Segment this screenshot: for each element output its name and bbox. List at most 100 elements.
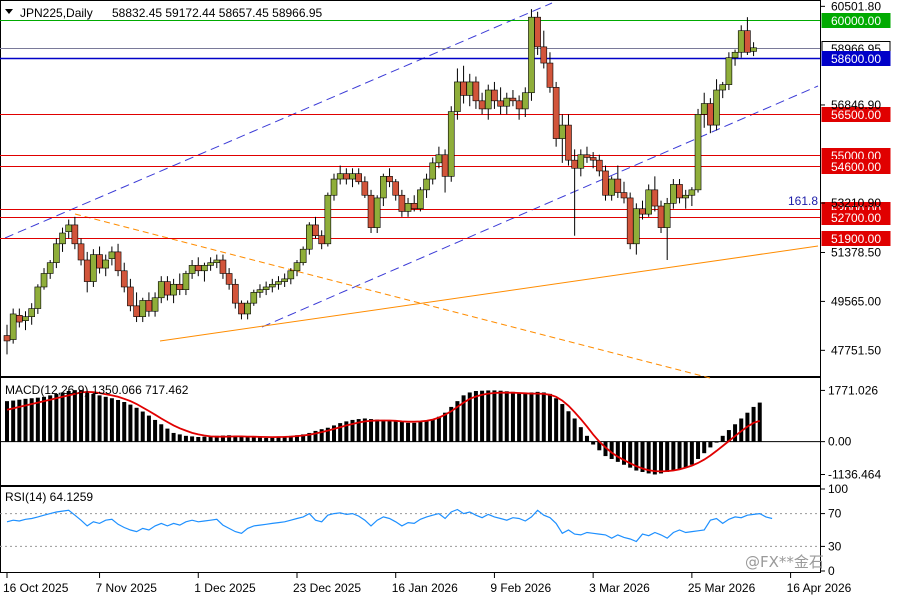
macd-histogram-bar [11,400,16,442]
price-tick-label: 49565.00 [831,294,881,308]
macd-histogram-bar [103,396,108,442]
candle-bull [503,97,511,107]
macd-histogram-bar [264,437,269,442]
candle-bear [707,103,714,126]
level-tag-label: 60000.00 [831,14,881,28]
macd-histogram-bar [128,404,133,442]
level-tag-label: 51900.00 [831,232,881,246]
macd-histogram-bar [369,419,374,442]
ohlc-readout: 58832.45 59172.44 58657.45 58966.95 [112,6,323,20]
macd-histogram-bar [251,437,256,442]
candle-bear [571,159,578,169]
candle-bull [380,176,387,199]
macd-histogram-bar [399,421,404,442]
macd-histogram-bar [109,398,114,442]
candle-bear [238,302,245,315]
candle-bull [454,81,461,112]
macd-histogram-bar [159,424,164,442]
candle-bull [182,273,190,290]
macd-histogram-bar [54,393,59,442]
macd-histogram-bar [122,402,127,442]
rsi-pane[interactable] [0,486,821,573]
candle-bear [565,124,572,161]
candle-bull [269,283,276,288]
macd-histogram-bar [492,390,497,442]
candle-bull [299,248,307,263]
rsi-tick-label: 70 [828,507,842,521]
candle-bear [114,251,122,272]
macd-histogram-bar [547,393,552,442]
macd-histogram-bar [418,421,423,442]
macd-histogram-bar [5,401,9,442]
macd-histogram-bar [430,419,435,442]
macd-histogram-bar [535,391,540,442]
candle-bull [731,51,739,58]
macd-tick-label: 0.00 [828,435,852,449]
trading-chart[interactable]: 60000.0058966.9558600.0056500.0055000.00… [0,0,900,600]
macd-histogram-bar [615,441,620,462]
macd-histogram-bar [245,436,250,442]
macd-histogram-bar [91,393,96,442]
macd-histogram-bar [523,392,528,442]
candle-bear [164,281,171,296]
candle-bull [170,283,177,296]
macd-histogram-bar [554,398,559,442]
macd-histogram-bar [436,416,441,442]
macd-histogram-bar [560,404,565,442]
macd-histogram-bar [375,419,380,442]
symbol-label[interactable]: JPN225,Daily [20,6,93,20]
macd-histogram-bar [720,435,725,442]
candle-bear [3,335,11,342]
candle-bull [108,251,116,259]
candle-bear [657,205,665,228]
candle-bull [694,114,702,191]
candle-bear [491,89,498,102]
level-tag-label: 54600.00 [831,160,881,174]
candle-bear [614,178,622,193]
date-tick-label: 16 Apr 2026 [787,581,852,595]
candle-bear [83,259,91,282]
candle-bull [484,89,492,110]
candle-bear [472,81,480,102]
date-tick-label: 25 Mar 2026 [688,581,756,595]
date-tick-label: 16 Oct 2025 [3,581,69,595]
candle-bull [349,173,356,180]
macd-histogram-bar [578,427,583,442]
candle-bear [620,192,628,199]
macd-tick-label: 1771.026 [828,383,878,397]
macd-histogram-bar [171,432,176,442]
candle-bull [188,265,196,274]
candle-bull [102,259,110,269]
macd-histogram-bar [387,420,392,442]
candle-bear [343,173,350,180]
level-tag-label: 52700.00 [831,211,881,225]
price-tags: 60000.0058966.9558600.0056500.0055000.00… [821,13,891,246]
macd-histogram-bar [473,391,478,442]
rsi-tick-label: 100 [828,482,848,496]
candle-bull [22,316,29,321]
macd-histogram-bar [35,397,40,442]
candle-bear [318,235,325,245]
candle-bear [361,181,369,196]
macd-histogram-bar [257,437,262,442]
level-tag-label: 58600.00 [831,52,881,66]
candle-bull [750,47,757,52]
candle-bull [737,30,745,53]
candle-bear [127,286,134,307]
candle-bear [509,97,517,102]
candle-bear [441,154,449,177]
date-tick-label: 3 Mar 2026 [589,581,650,595]
candle-bull [306,224,313,250]
macd-histogram-bar [708,441,713,448]
candle-bull [558,124,566,139]
candle-bear [16,314,23,323]
macd-histogram-bar [183,435,188,442]
candle-bear [398,194,406,212]
macd-histogram-bar [671,441,676,471]
date-tick-label: 7 Nov 2025 [96,581,158,595]
macd-histogram-bar [381,419,386,442]
candle-bull [725,57,733,85]
candle-bear [651,189,659,207]
macd-histogram-bar [566,411,571,442]
candle-bear [676,184,683,199]
